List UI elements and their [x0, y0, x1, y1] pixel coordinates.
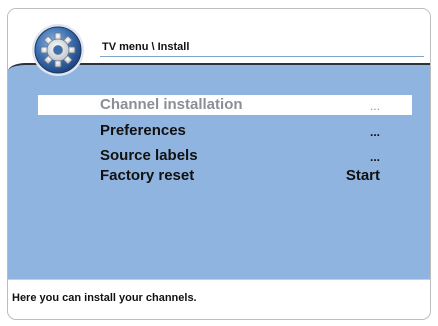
- menu-item-channel-installation[interactable]: Channel installation ...: [38, 95, 412, 115]
- menu-item-label: Preferences: [100, 122, 186, 139]
- menu-item-preferences[interactable]: Preferences ...: [38, 121, 412, 141]
- menu-item-value: ...: [369, 150, 380, 164]
- menu-item-source-labels[interactable]: Source labels ...: [38, 146, 412, 166]
- settings-gear-icon: [32, 24, 84, 76]
- menu-item-label: Channel installation: [100, 96, 243, 113]
- menu-panel: Channel installation ... Preferences ...…: [8, 63, 430, 279]
- menu-item-factory-reset[interactable]: Factory reset Start: [38, 166, 412, 186]
- header-divider: [100, 56, 424, 57]
- menu-item-value: ...: [369, 99, 380, 113]
- help-text: Here you can install your channels.: [12, 292, 197, 304]
- footer-divider: [8, 279, 430, 280]
- menu-item-value: Start: [345, 167, 380, 184]
- menu-item-label: Source labels: [100, 147, 198, 164]
- menu-item-value: ...: [369, 125, 380, 139]
- breadcrumb: TV menu \ Install: [102, 41, 190, 53]
- menu-item-label: Factory reset: [100, 167, 195, 184]
